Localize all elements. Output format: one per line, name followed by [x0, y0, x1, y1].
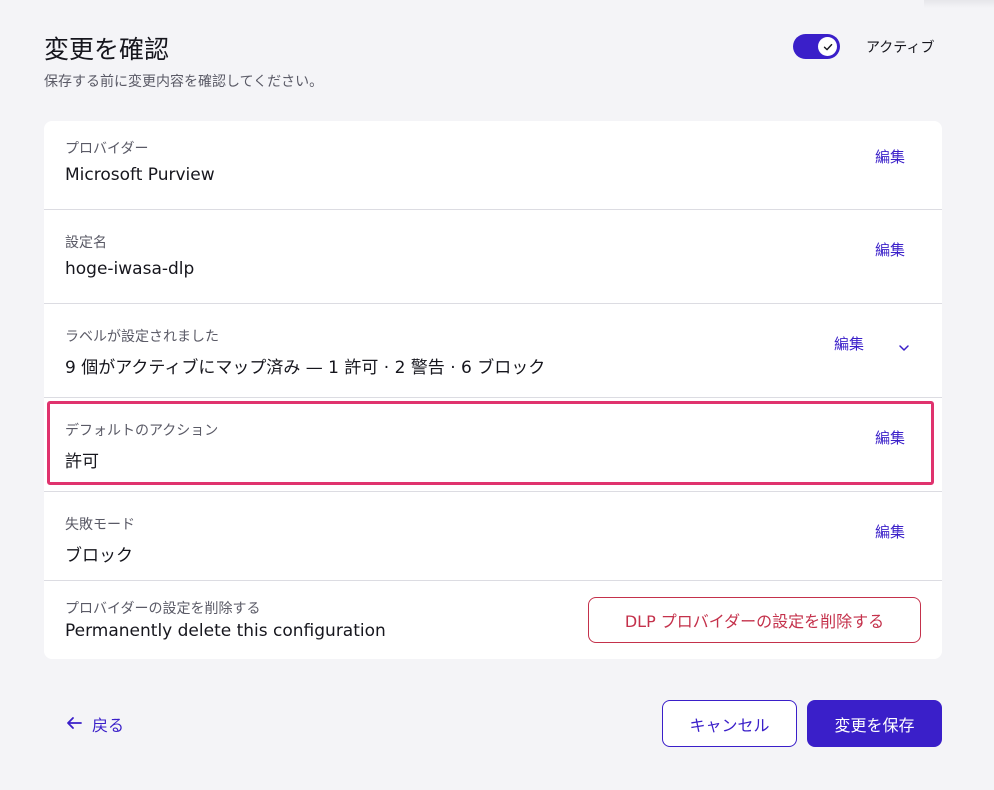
row-label: プロバイダーの設定を削除する: [65, 601, 261, 617]
review-card: プロバイダー Microsoft Purview 編集 設定名 hoge-iwa…: [44, 121, 942, 659]
edit-config-name-link[interactable]: 編集: [875, 239, 905, 260]
row-label: 失敗モード: [65, 517, 135, 533]
edit-provider-link[interactable]: 編集: [875, 146, 905, 167]
arrow-left-icon: [66, 715, 82, 734]
row-value: ブロック: [65, 546, 133, 566]
row-value: Microsoft Purview: [65, 165, 215, 185]
back-label: 戻る: [92, 716, 125, 735]
active-toggle-label: アクティブ: [866, 40, 935, 56]
row-label: ラベルが設定されました: [65, 329, 219, 345]
row-label: 設定名: [65, 235, 107, 251]
page-subtitle: 保存する前に変更内容を確認してください。: [44, 74, 324, 90]
edit-default-action-link[interactable]: 編集: [875, 427, 905, 448]
chevron-down-icon[interactable]: [898, 337, 910, 356]
row-label: デフォルトのアクション: [65, 423, 219, 439]
row-labels: ラベルが設定されました 9 個がアクティブにマップ済み — 1 許可 · 2 警…: [44, 304, 942, 398]
top-right-shadow: [924, 0, 994, 8]
delete-provider-button[interactable]: DLP プロバイダーの設定を削除する: [588, 597, 921, 643]
back-link[interactable]: 戻る: [66, 712, 124, 736]
row-value: 許可: [65, 452, 99, 472]
page-title: 変更を確認: [44, 35, 170, 64]
active-toggle[interactable]: [793, 34, 840, 59]
edit-labels-link[interactable]: 編集: [834, 333, 864, 354]
row-provider: プロバイダー Microsoft Purview 編集: [44, 121, 942, 210]
row-failure-mode: 失敗モード ブロック 編集: [44, 492, 942, 581]
row-value: Permanently delete this configuration: [65, 621, 386, 641]
row-value: hoge-iwasa-dlp: [65, 259, 195, 279]
save-changes-button[interactable]: 変更を保存: [807, 700, 942, 747]
check-icon: [818, 37, 837, 56]
row-config-name: 設定名 hoge-iwasa-dlp 編集: [44, 210, 942, 304]
row-label: プロバイダー: [65, 141, 149, 157]
row-default-action: デフォルトのアクション 許可 編集: [44, 398, 942, 492]
cancel-button[interactable]: キャンセル: [662, 700, 797, 747]
row-value: 9 個がアクティブにマップ済み — 1 許可 · 2 警告 · 6 ブロック: [65, 358, 546, 378]
edit-failure-mode-link[interactable]: 編集: [875, 521, 905, 542]
